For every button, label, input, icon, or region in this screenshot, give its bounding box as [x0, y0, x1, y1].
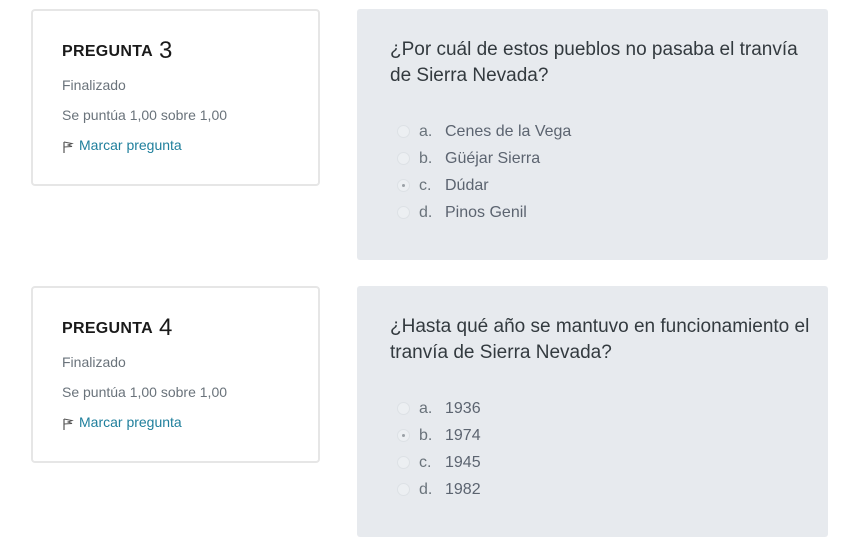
answer-text: 1974: [445, 426, 481, 444]
question-number: PREGUNTA 3: [62, 35, 173, 64]
question-grade: Se puntúa 1,00 sobre 1,00: [62, 107, 228, 123]
flag-question-link[interactable]: Marcar pregunta: [62, 137, 182, 153]
answer-option-b[interactable]: b. 1974: [397, 422, 481, 449]
radio-button[interactable]: [397, 152, 410, 165]
answer-letter: d.: [419, 480, 433, 498]
question-label: PREGUNTA: [62, 320, 153, 337]
answer-text: 1936: [445, 399, 481, 417]
answer-text: 1945: [445, 453, 481, 471]
answer-text: 1982: [445, 480, 481, 498]
flag-question-label[interactable]: Marcar pregunta: [79, 137, 182, 153]
answer-text: Güéjar Sierra: [445, 149, 541, 167]
answer-letter: b.: [419, 426, 433, 444]
question-info-panel: PREGUNTA 4 Finalizado Se puntúa 1,00 sobr…: [31, 286, 320, 463]
answer-option-d[interactable]: d. 1982: [397, 476, 481, 503]
answer-letter: b.: [419, 149, 433, 167]
question-content: ¿Por cuál de estos pueblos no pasaba el …: [357, 9, 828, 260]
question-label: PREGUNTA: [62, 43, 153, 60]
answer-letter: a.: [419, 122, 433, 140]
answer-list: a. Cenes de la Vega b. Güéjar Sierra c. …: [397, 118, 571, 226]
answer-letter: a.: [419, 399, 433, 417]
question-info-panel: PREGUNTA 3 Finalizado Se puntúa 1,00 sobr…: [31, 9, 320, 186]
answer-list: a. 1936 b. 1974 c. 1945 d. 1982: [397, 395, 481, 503]
question-num: 3: [159, 37, 173, 64]
radio-button-selected[interactable]: [397, 429, 410, 442]
question-number: PREGUNTA 4: [62, 312, 173, 341]
answer-option-a[interactable]: a. 1936: [397, 395, 481, 422]
answer-text: Pinos Genil: [445, 203, 527, 221]
question-state: Finalizado: [62, 354, 126, 370]
question-text: ¿Hasta qué año se mantuvo en funcionamie…: [390, 316, 810, 363]
question-grade: Se puntúa 1,00 sobre 1,00: [62, 384, 228, 400]
question-text: ¿Por cuál de estos pueblos no pasaba el …: [390, 39, 798, 86]
answer-letter: c.: [419, 453, 432, 471]
answer-letter: c.: [419, 176, 432, 194]
flag-question-link[interactable]: Marcar pregunta: [62, 414, 182, 430]
flag-question-label[interactable]: Marcar pregunta: [79, 414, 182, 430]
radio-button[interactable]: [397, 206, 410, 219]
question-state: Finalizado: [62, 77, 126, 93]
answer-letter: d.: [419, 203, 433, 221]
question-3: PREGUNTA 3 Finalizado Se puntúa 1,00 sobr…: [0, 0, 848, 260]
question-content: ¿Hasta qué año se mantuvo en funcionamie…: [357, 286, 828, 537]
question-num: 4: [159, 314, 173, 341]
radio-button[interactable]: [397, 402, 410, 415]
flag-icon: [63, 418, 74, 430]
radio-button-selected[interactable]: [397, 179, 410, 192]
answer-text: Cenes de la Vega: [445, 122, 572, 140]
flag-icon: [63, 141, 74, 153]
answer-option-b[interactable]: b. Güéjar Sierra: [397, 145, 571, 172]
question-4: PREGUNTA 4 Finalizado Se puntúa 1,00 sobr…: [0, 277, 848, 537]
answer-option-d[interactable]: d. Pinos Genil: [397, 199, 571, 226]
radio-button[interactable]: [397, 125, 410, 138]
radio-button[interactable]: [397, 456, 410, 469]
answer-option-c[interactable]: c. 1945: [397, 449, 481, 476]
answer-text: Dúdar: [445, 176, 489, 194]
radio-button[interactable]: [397, 483, 410, 496]
answer-option-a[interactable]: a. Cenes de la Vega: [397, 118, 571, 145]
answer-option-c[interactable]: c. Dúdar: [397, 172, 571, 199]
